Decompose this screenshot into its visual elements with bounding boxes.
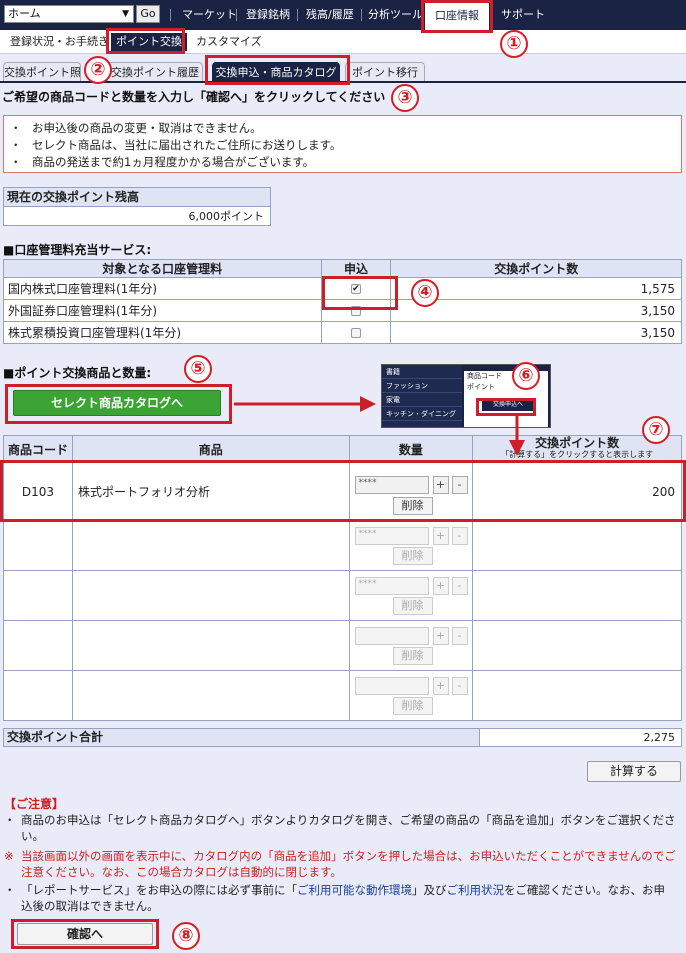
arrow-to-preview xyxy=(234,396,376,412)
callout-badge: ⑦ xyxy=(642,416,670,444)
annotation-arrows xyxy=(234,396,525,456)
callout-badge: ③ xyxy=(391,84,419,112)
callout-badge: ⑤ xyxy=(184,355,212,383)
callout-badge: ① xyxy=(500,30,528,58)
callout-badge: ⑧ xyxy=(172,922,200,950)
callout-badge: ② xyxy=(84,56,112,84)
callout-badge: ⑥ xyxy=(512,362,540,390)
callout-badge: ④ xyxy=(411,279,439,307)
arrow-down-to-row xyxy=(509,416,525,456)
